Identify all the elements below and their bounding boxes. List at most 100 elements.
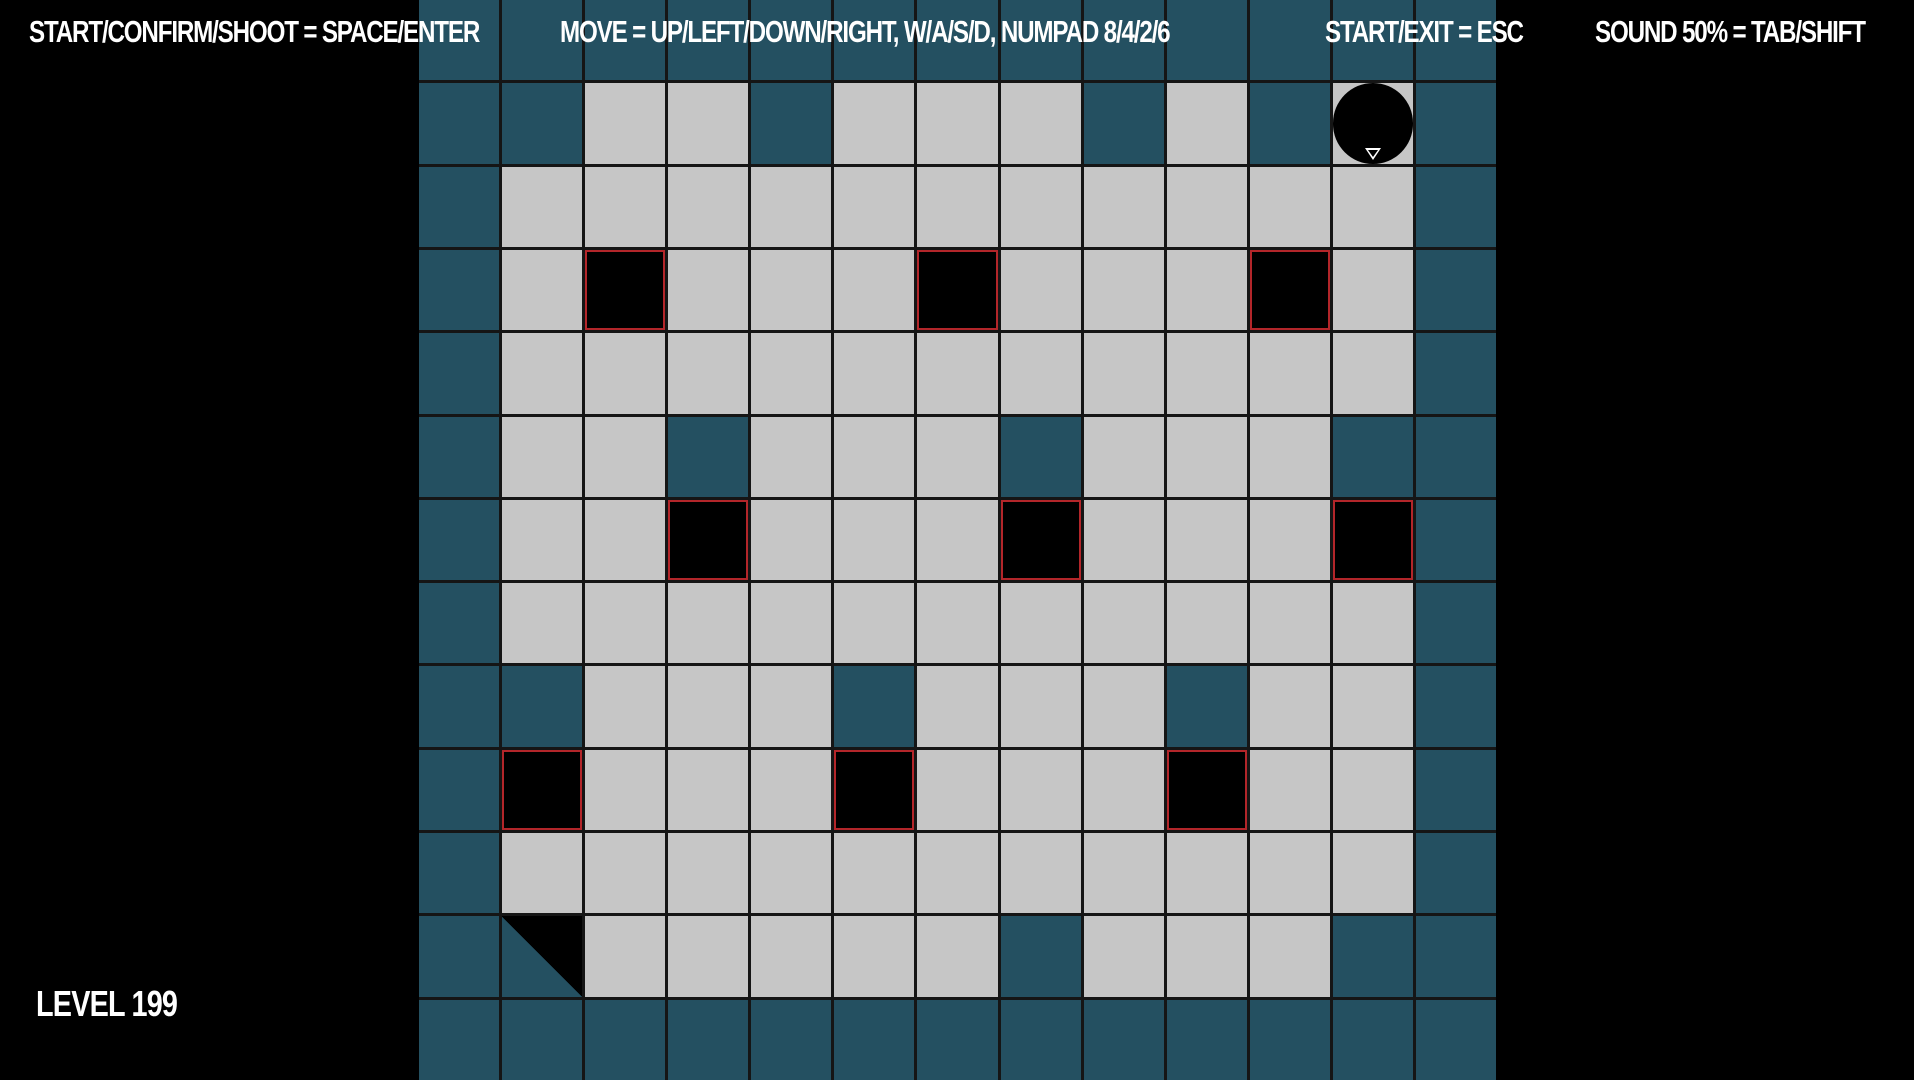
floor-tile [1000, 166, 1081, 247]
floor-tile [585, 666, 666, 747]
floor-tile [1083, 916, 1164, 997]
wall-tile [1415, 916, 1496, 997]
wall-tile [1415, 999, 1496, 1080]
wall-tile [1415, 416, 1496, 497]
floor-tile [585, 333, 666, 414]
wall-tile [1415, 333, 1496, 414]
floor-tile [751, 416, 832, 497]
floor-tile [1249, 749, 1330, 831]
floor-tile [917, 833, 998, 914]
wall-tile [917, 999, 998, 1080]
floor-tile [1249, 166, 1330, 247]
pit-tile [1166, 749, 1247, 831]
floor-tile [1000, 666, 1081, 747]
facing-down-arrow-icon [1364, 148, 1381, 161]
floor-tile [502, 333, 583, 414]
floor-tile [1249, 833, 1330, 914]
wall-tile [419, 749, 500, 831]
floor-tile [834, 249, 915, 331]
wall-tile [1249, 0, 1330, 81]
floor-tile [1332, 83, 1413, 164]
wall-tile [419, 249, 500, 331]
wall-tile [419, 666, 500, 747]
wall-tile [502, 999, 583, 1080]
floor-tile [668, 249, 749, 331]
floor-tile [834, 333, 915, 414]
floor-tile [585, 499, 666, 581]
pit-tile [834, 749, 915, 831]
floor-tile [834, 916, 915, 997]
floor-tile [917, 83, 998, 164]
floor-tile [1000, 83, 1081, 164]
floor-tile [585, 916, 666, 997]
wall-tile [502, 666, 583, 747]
wall-tile [502, 83, 583, 164]
floor-tile [502, 249, 583, 331]
floor-tile [917, 916, 998, 997]
wall-tile [668, 999, 749, 1080]
floor-tile [502, 833, 583, 914]
floor-tile [668, 333, 749, 414]
wall-tile [751, 83, 832, 164]
floor-tile [751, 249, 832, 331]
wall-tile [419, 916, 500, 997]
floor-tile [1166, 249, 1247, 331]
pit-tile [668, 499, 749, 581]
floor-tile [751, 666, 832, 747]
floor-tile [1332, 666, 1413, 747]
floor-tile [1166, 83, 1247, 164]
wall-tile [1332, 416, 1413, 497]
floor-tile [1332, 166, 1413, 247]
floor-tile [1249, 583, 1330, 664]
floor-tile [1083, 249, 1164, 331]
floor-tile [917, 499, 998, 581]
game-board [419, 0, 1496, 1080]
floor-tile [751, 916, 832, 997]
floor-tile [1083, 166, 1164, 247]
ramp-tile [502, 916, 583, 997]
floor-tile [1083, 333, 1164, 414]
floor-tile [1249, 416, 1330, 497]
floor-tile [1332, 749, 1413, 831]
wall-tile [1415, 249, 1496, 331]
wall-tile [1249, 83, 1330, 164]
floor-tile [668, 666, 749, 747]
floor-tile [1083, 416, 1164, 497]
floor-tile [668, 583, 749, 664]
floor-tile [751, 333, 832, 414]
floor-tile [1332, 833, 1413, 914]
floor-tile [1000, 749, 1081, 831]
wall-tile [1415, 666, 1496, 747]
pit-tile [1249, 249, 1330, 331]
floor-tile [502, 166, 583, 247]
floor-tile [1332, 333, 1413, 414]
wall-tile [419, 83, 500, 164]
floor-tile [1083, 749, 1164, 831]
wall-tile [668, 416, 749, 497]
wall-tile [1000, 916, 1081, 997]
wall-tile [1415, 749, 1496, 831]
floor-tile [1166, 833, 1247, 914]
floor-tile [1083, 583, 1164, 664]
wall-tile [419, 333, 500, 414]
hud-sound: SOUND 50% = TAB/SHIFT [1595, 14, 1866, 49]
floor-tile [1249, 916, 1330, 997]
pit-tile [585, 249, 666, 331]
wall-tile [1166, 999, 1247, 1080]
wall-tile [1415, 583, 1496, 664]
wall-tile [1166, 666, 1247, 747]
wall-tile [1415, 833, 1496, 914]
floor-tile [917, 749, 998, 831]
wall-tile [834, 999, 915, 1080]
wall-tile [1332, 916, 1413, 997]
floor-tile [917, 416, 998, 497]
wall-tile [1000, 999, 1081, 1080]
floor-tile [1000, 833, 1081, 914]
floor-tile [1166, 166, 1247, 247]
floor-tile [751, 499, 832, 581]
floor-tile [917, 166, 998, 247]
wall-tile [1083, 83, 1164, 164]
wall-tile [419, 999, 500, 1080]
floor-tile [668, 83, 749, 164]
floor-tile [1332, 249, 1413, 331]
